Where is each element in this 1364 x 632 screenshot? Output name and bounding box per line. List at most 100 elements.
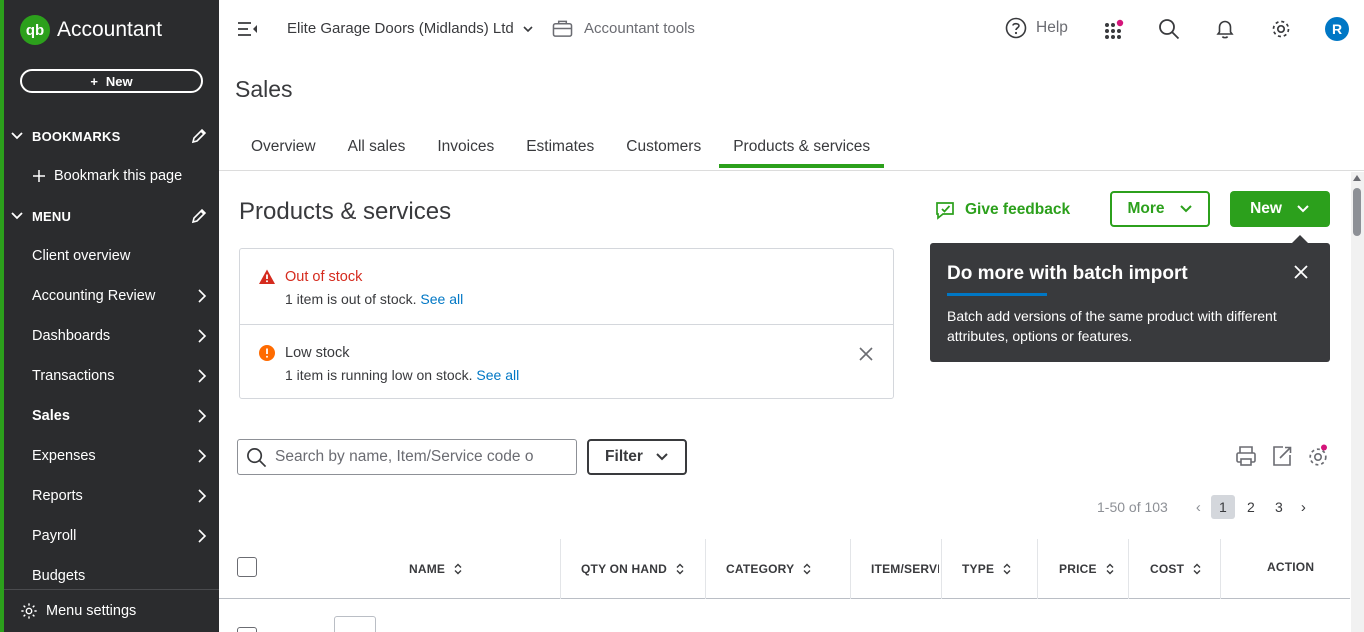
sidebar-item-label: Expenses	[32, 448, 96, 464]
sidebar-item-reports[interactable]: Reports	[4, 476, 219, 516]
company-switcher[interactable]: Elite Garage Doors (Midlands) Ltd	[287, 20, 534, 37]
scrollbar-thumb[interactable]	[1353, 188, 1361, 236]
sidebar-item-sales[interactable]: Sales	[4, 396, 219, 436]
bell-icon	[1216, 20, 1234, 39]
close-icon[interactable]	[1294, 265, 1308, 279]
company-name: Elite Garage Doors (Midlands) Ltd	[287, 20, 514, 37]
gear-icon	[1272, 20, 1290, 38]
low-stock-title: Low stock	[285, 345, 350, 361]
page-1[interactable]: 1	[1210, 495, 1235, 519]
bookmark-this-page[interactable]: Bookmark this page	[32, 164, 182, 188]
search-box	[237, 439, 577, 475]
chevron-down-icon	[656, 453, 668, 461]
tab-products-services[interactable]: Products & services	[717, 128, 886, 170]
next-page-icon[interactable]: ›	[1301, 499, 1306, 516]
print-icon[interactable]	[1234, 444, 1258, 468]
column-header-action: ACTION	[1267, 537, 1314, 597]
column-divider	[560, 539, 561, 599]
column-header-name[interactable]: NAME	[409, 539, 462, 599]
tab-estimates[interactable]: Estimates	[510, 128, 610, 170]
low-stock-alert: Low stock 1 item is running low on stock…	[240, 324, 893, 399]
sidebar-item-transactions[interactable]: Transactions	[4, 356, 219, 396]
menu-section-header[interactable]: MENU	[10, 204, 210, 228]
top-bar: Elite Garage Doors (Midlands) Ltd Accoun…	[219, 0, 1364, 60]
chevron-right-icon	[198, 529, 207, 543]
page-scrollbar[interactable]	[1351, 172, 1364, 632]
column-header-type[interactable]: TYPE	[962, 539, 1011, 599]
new-button[interactable]: New	[1230, 191, 1330, 227]
filter-button[interactable]: Filter	[587, 439, 687, 475]
menu-settings-button[interactable]: Menu settings	[4, 589, 219, 632]
pencil-edit-icon[interactable]	[190, 207, 208, 225]
sidebar-item-client-overview[interactable]: Client overview	[4, 236, 219, 276]
new-label: New	[1250, 200, 1282, 217]
accountant-tools-button[interactable]: Accountant tools	[552, 19, 695, 38]
apps-grid-icon	[1105, 19, 1124, 39]
column-header-item-service-code[interactable]: ITEM/SERVI	[871, 539, 939, 599]
briefcase-icon	[552, 20, 573, 37]
chevron-right-icon	[198, 449, 207, 463]
scroll-up-arrow-icon[interactable]	[1353, 175, 1361, 181]
export-icon[interactable]	[1270, 444, 1294, 468]
column-divider	[1037, 539, 1038, 599]
give-feedback-link[interactable]: Give feedback	[934, 199, 1070, 221]
out-of-stock-alert: Out of stock 1 item is out of stock. See…	[240, 249, 893, 324]
app-logo[interactable]: qb Accountant	[20, 15, 162, 45]
notifications-button[interactable]	[1214, 18, 1236, 40]
sidebar-item-dashboards[interactable]: Dashboards	[4, 316, 219, 356]
tab-overview[interactable]: Overview	[235, 128, 332, 170]
sidebar-item-payroll[interactable]: Payroll	[4, 516, 219, 556]
tab-all-sales[interactable]: All sales	[332, 128, 422, 170]
out-of-stock-see-all-link[interactable]: See all	[420, 291, 463, 307]
column-label: COST	[1150, 562, 1185, 576]
column-label: ACTION	[1267, 560, 1315, 574]
pencil-edit-icon[interactable]	[190, 127, 208, 145]
collapse-menu-button[interactable]	[237, 20, 259, 38]
column-header-cost[interactable]: COST	[1150, 539, 1201, 599]
sidebar-new-button[interactable]: + New	[20, 69, 203, 93]
bookmarks-section-header[interactable]: BOOKMARKS	[10, 124, 210, 148]
more-button[interactable]: More	[1110, 191, 1210, 227]
tab-invoices[interactable]: Invoices	[421, 128, 510, 170]
table-settings-gear-icon[interactable]	[1306, 444, 1330, 468]
popover-title: Do more with batch import	[947, 263, 1188, 284]
page-2[interactable]: 2	[1239, 495, 1263, 519]
help-label: Help	[1036, 19, 1068, 36]
search-button[interactable]	[1158, 18, 1180, 40]
prev-page-icon[interactable]: ‹	[1196, 499, 1201, 516]
chevron-right-icon	[198, 409, 207, 423]
batch-import-popover: Do more with batch import Batch add vers…	[930, 235, 1330, 362]
settings-button[interactable]	[1270, 18, 1292, 40]
help-button[interactable]: Help	[1005, 17, 1068, 39]
column-label: CATEGORY	[726, 562, 795, 576]
sort-icon	[676, 563, 684, 575]
column-divider	[850, 539, 851, 599]
popover-accent-line	[947, 293, 1047, 296]
close-icon[interactable]	[859, 347, 873, 361]
warning-circle-icon	[259, 345, 275, 361]
column-header-price[interactable]: PRICE	[1059, 539, 1114, 599]
chevron-right-icon	[198, 289, 207, 303]
chevron-down-icon	[523, 25, 533, 32]
search-input[interactable]	[275, 448, 555, 466]
sidebar-item-expenses[interactable]: Expenses	[4, 436, 219, 476]
tab-customers[interactable]: Customers	[610, 128, 717, 170]
sidebar-item-label: Budgets	[32, 568, 86, 584]
sort-icon	[454, 563, 462, 575]
low-stock-see-all-link[interactable]: See all	[476, 367, 519, 383]
apps-grid-button[interactable]	[1103, 19, 1125, 41]
bookmark-this-page-label: Bookmark this page	[54, 168, 183, 184]
tabs-divider	[219, 170, 1364, 171]
chevron-down-icon	[1179, 205, 1192, 213]
user-avatar[interactable]: R	[1325, 17, 1349, 41]
menu-heading: MENU	[32, 208, 72, 224]
page-3[interactable]: 3	[1267, 495, 1291, 519]
row-checkbox[interactable]	[237, 627, 257, 632]
sidebar-item-accounting-review[interactable]: Accounting Review	[4, 276, 219, 316]
column-label: ITEM/SERVI	[871, 562, 939, 576]
select-all-checkbox[interactable]	[237, 557, 257, 577]
sidebar-item-label: Accounting Review	[32, 288, 156, 304]
column-header-qty-on-hand[interactable]: QTY ON HAND	[581, 539, 684, 599]
column-header-category[interactable]: CATEGORY	[726, 539, 811, 599]
chevron-right-icon	[198, 369, 207, 383]
